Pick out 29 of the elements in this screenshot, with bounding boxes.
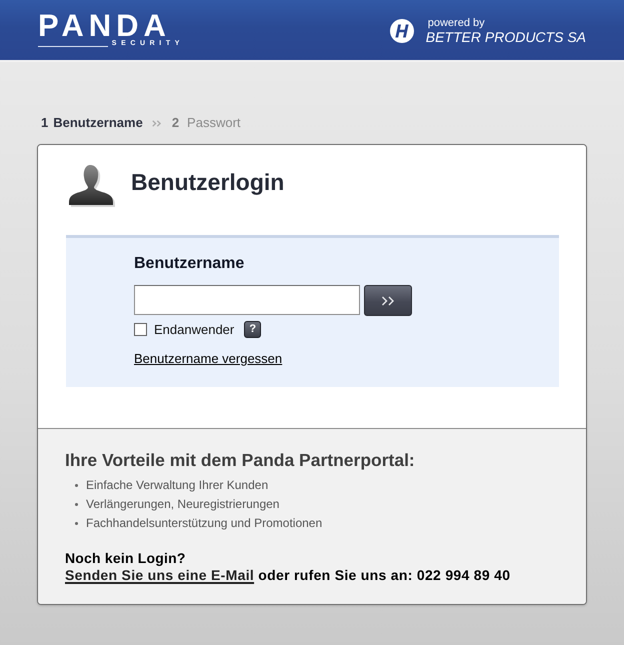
help-button[interactable]: ?	[244, 321, 262, 338]
double-chevron-icon	[380, 296, 396, 306]
benefits-title: Ihre Vorteile mit dem Panda Partnerportal:	[65, 449, 416, 471]
double-chevron-icon	[152, 120, 162, 126]
end-user-checkbox[interactable]	[134, 323, 147, 336]
email-link[interactable]: Senden Sie uns eine E-Mail	[65, 567, 254, 583]
benefit-text: Fachhandelsunterstützung und Promotionen	[86, 516, 322, 531]
username-input[interactable]	[134, 285, 360, 315]
no-login-heading: Noch kein Login?	[65, 550, 187, 567]
contact-text: Senden Sie uns eine E-Mail oder rufen Sie uns an: 022 994 89 40	[65, 567, 512, 584]
logo-wordmark: PANDA	[38, 12, 171, 38]
bullet-icon	[75, 522, 78, 525]
step-number: 1	[41, 115, 48, 131]
login-title: Benutzerlogin	[131, 168, 284, 196]
benefit-text: Einfache Verwaltung Ihrer Kunden	[86, 478, 268, 493]
partner-name: BETTER PRODUCTS SA	[426, 28, 586, 46]
benefit-text: Verlängerungen, Neuregistrierungen	[86, 497, 280, 512]
step-label: Benutzername	[53, 115, 143, 131]
bullet-icon	[75, 484, 78, 487]
next-button[interactable]	[364, 285, 412, 316]
step-number: 2	[172, 115, 180, 131]
username-label: Benutzername	[134, 254, 246, 274]
partner-logo-icon	[390, 19, 414, 43]
bullet-icon	[75, 503, 78, 506]
step-label: Passwort	[187, 115, 241, 131]
end-user-label: Endanwender	[154, 322, 234, 338]
user-silhouette-icon	[66, 164, 118, 208]
powered-by-caption: powered by	[428, 16, 486, 28]
forgot-username-link[interactable]: Benutzername vergessen	[134, 350, 282, 367]
